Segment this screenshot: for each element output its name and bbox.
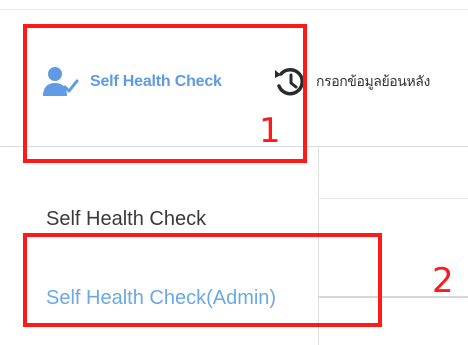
menu-item-self-health-check[interactable]: Self Health Check: [46, 208, 206, 231]
top-divider: [0, 9, 468, 10]
highlight-box-2: [23, 233, 382, 327]
content-panel-header-rule: [318, 198, 468, 199]
callout-number-1: 1: [259, 111, 281, 151]
history-entry-tab-label: กรอกข้อมูลย้อนหลัง: [316, 73, 430, 89]
callout-number-2: 2: [432, 261, 454, 301]
